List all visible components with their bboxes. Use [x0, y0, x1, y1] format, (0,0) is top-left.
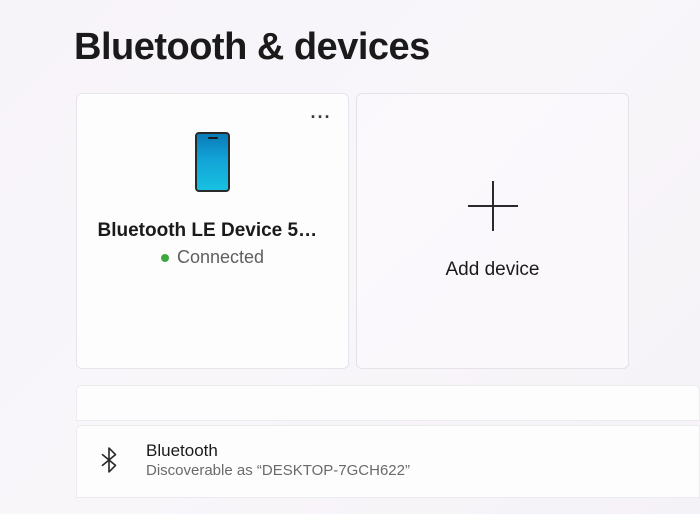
status-dot-icon: [161, 254, 169, 262]
phone-icon: [195, 132, 230, 192]
device-status: Connected: [161, 247, 264, 268]
add-device-card[interactable]: Add device: [356, 93, 629, 369]
settings-strip: [76, 385, 700, 421]
plus-icon: [468, 181, 518, 231]
device-status-label: Connected: [177, 247, 264, 268]
more-options-button[interactable]: ···: [306, 106, 336, 128]
page-title: Bluetooth & devices: [0, 0, 700, 93]
device-name: Bluetooth LE Device 52…: [98, 220, 328, 242]
bluetooth-setting-row[interactable]: Bluetooth Discoverable as “DESKTOP-7GCH6…: [76, 425, 700, 498]
more-icon: ···: [311, 107, 332, 128]
add-device-label: Add device: [445, 259, 539, 281]
device-cards-row: ··· Bluetooth LE Device 52… Connected Ad…: [0, 93, 700, 369]
bluetooth-text-block: Bluetooth Discoverable as “DESKTOP-7GCH6…: [146, 441, 410, 479]
device-card[interactable]: ··· Bluetooth LE Device 52… Connected: [76, 93, 349, 369]
bluetooth-title: Bluetooth: [146, 441, 410, 461]
bluetooth-subtitle: Discoverable as “DESKTOP-7GCH622”: [146, 462, 410, 479]
bluetooth-icon: [97, 445, 121, 475]
